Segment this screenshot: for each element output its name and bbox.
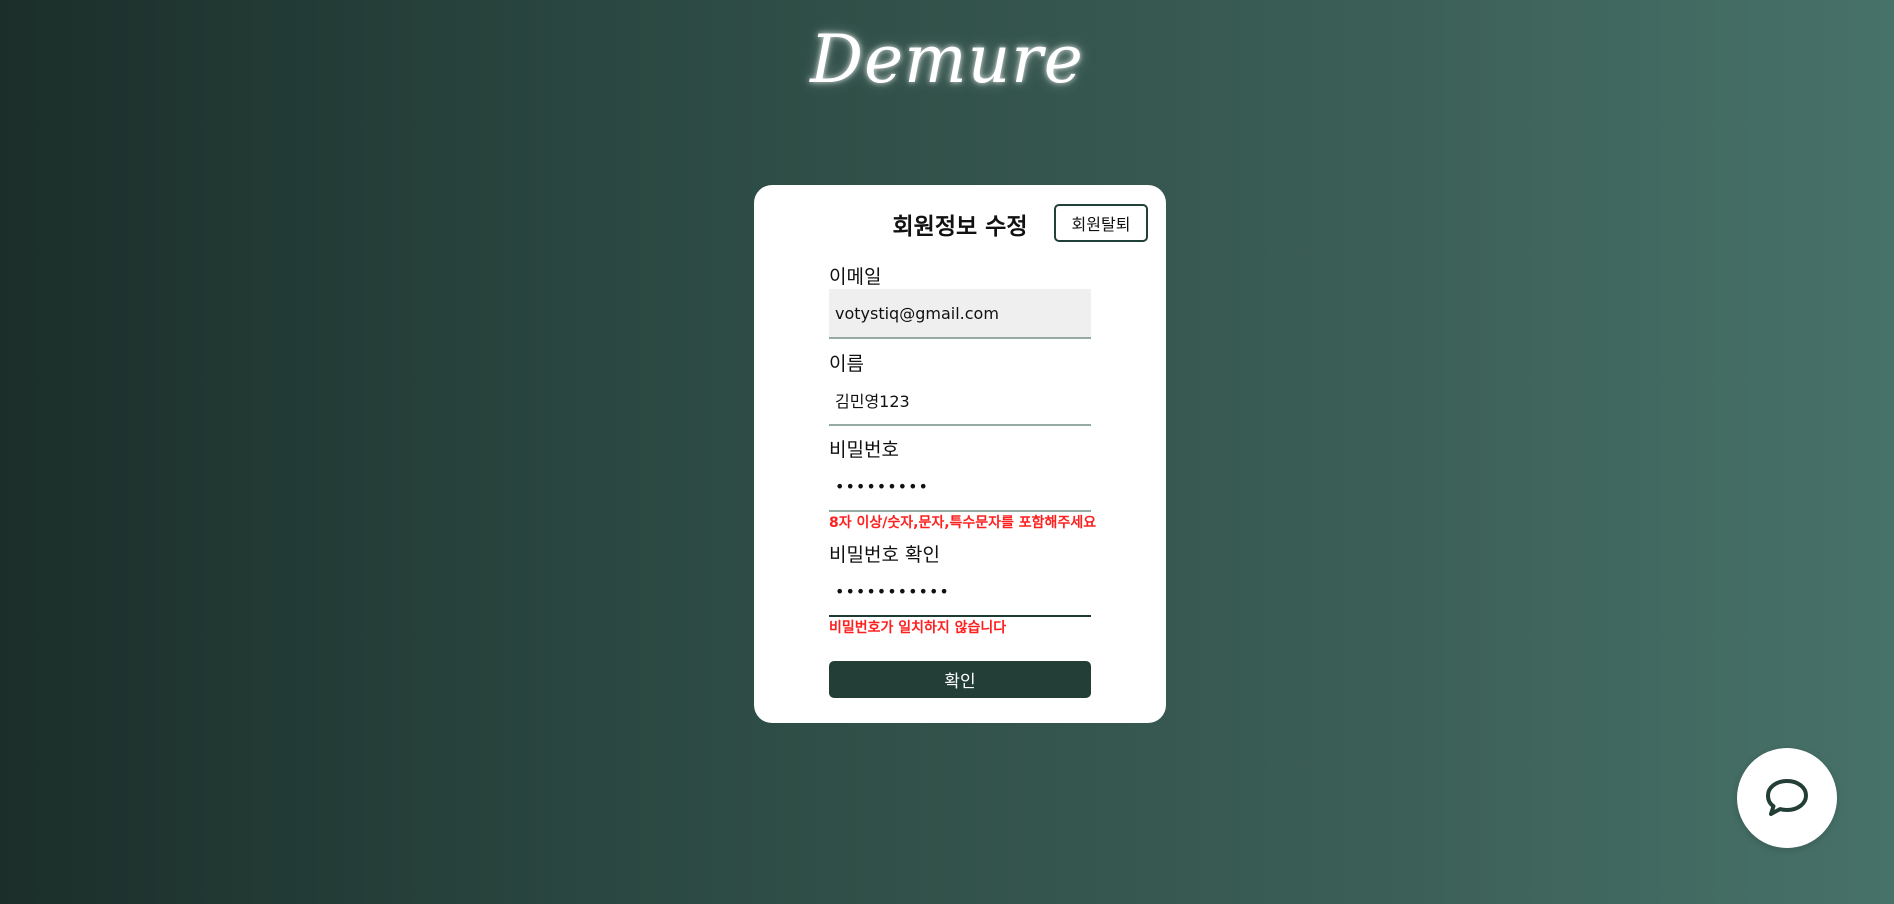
chat-bubble-icon [1766,779,1808,816]
password-confirm-field[interactable] [829,567,1091,617]
name-field[interactable] [829,376,1091,426]
name-label: 이름 [829,353,864,375]
brand-logo[interactable]: Demure [0,22,1894,98]
chat-button[interactable] [1737,748,1837,848]
password-confirm-label: 비밀번호 확인 [829,544,940,566]
confirm-button[interactable]: 확인 [829,661,1091,698]
profile-edit-card: 회원정보 수정 회원탈퇴 이메일 이름 비밀번호 8자 이상/숫자,문자,특수문… [754,185,1166,723]
password-label: 비밀번호 [829,439,899,461]
password-error-message: 8자 이상/숫자,문자,특수문자를 포함해주세요 [829,515,1097,531]
password-confirm-error-message: 비밀번호가 일치하지 않습니다 [829,620,1007,636]
email-label: 이메일 [829,266,882,288]
email-field[interactable] [829,289,1091,339]
password-field[interactable] [829,462,1091,512]
withdraw-button[interactable]: 회원탈퇴 [1054,204,1148,242]
